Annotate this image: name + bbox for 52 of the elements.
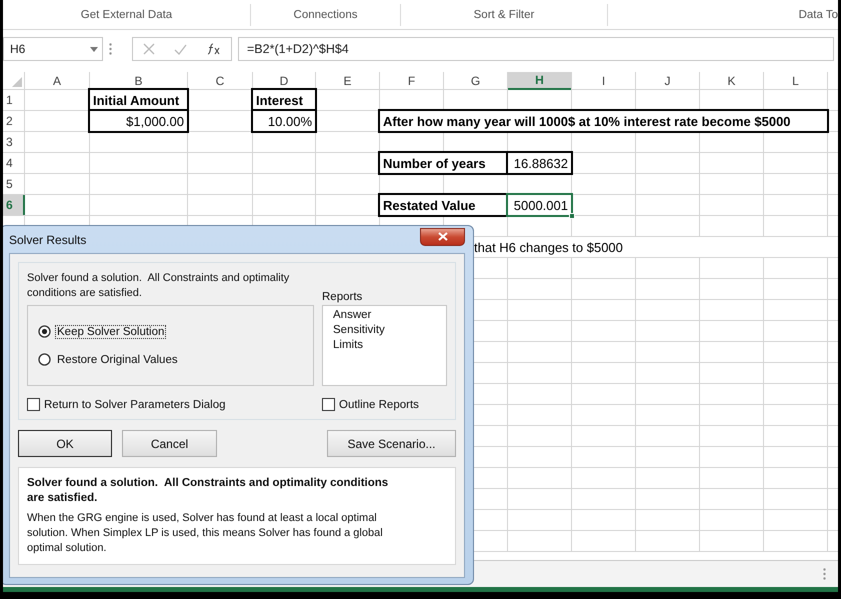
row-header[interactable]: 3 — [3, 132, 24, 152]
grip-icon — [109, 43, 112, 55]
dialog-button[interactable]: OK — [18, 430, 112, 457]
radio-button[interactable] — [38, 325, 51, 338]
fill-handle[interactable] — [569, 213, 575, 219]
radio-label[interactable]: Restore Original Values — [55, 352, 180, 366]
info-text: When the GRG engine is used, Solver has found at least a local optimal solution. When Simplex LP is used, this means Solver has found a global optimal solution. — [27, 511, 384, 556]
close-button[interactable] — [420, 228, 465, 246]
radio-label[interactable]: Keep Solver Solution — [55, 324, 166, 338]
function-icon[interactable] — [207, 43, 222, 55]
checkbox-label[interactable]: Return to Solver Parameters Dialog — [44, 398, 226, 410]
dialog-button[interactable]: Save Scenario... — [327, 430, 456, 457]
column-header[interactable]: H — [508, 72, 571, 90]
ribbon-group-label: Data To — [798, 9, 838, 21]
reports-label: Reports — [322, 291, 364, 303]
result-message: Solver found a solution. All Constraints and optimality conditions are satisfied. — [27, 271, 290, 301]
row-header[interactable]: 1 — [3, 90, 24, 110]
caret-icon — [90, 46, 98, 52]
column-header[interactable]: L — [764, 72, 827, 89]
row-header[interactable]: 2 — [3, 111, 24, 131]
list-item[interactable]: Answer — [333, 308, 436, 323]
name-box[interactable]: H6 — [3, 37, 103, 61]
ribbon-group-label: Sort & Filter — [474, 9, 534, 21]
ribbon-group-label: Get External Data — [80, 9, 172, 21]
checkbox[interactable] — [27, 398, 40, 411]
column-header[interactable]: I — [572, 72, 635, 89]
checkbox[interactable] — [322, 398, 335, 411]
checkbox-label[interactable]: Outline Reports — [339, 398, 419, 410]
formula-field[interactable]: =B2*(1+D2)^$H$4 — [238, 37, 834, 61]
ribbon-group-label: Connections — [294, 9, 358, 21]
column-header[interactable]: J — [636, 72, 699, 89]
dialog-title: Solver Results — [9, 232, 86, 246]
list-item[interactable]: Sensitivity — [333, 323, 436, 338]
column-header[interactable]: D — [253, 72, 315, 89]
close-icon — [438, 232, 448, 241]
check-icon[interactable] — [174, 44, 188, 54]
column-header[interactable]: F — [380, 72, 443, 89]
radio-button[interactable] — [38, 353, 51, 366]
row-header[interactable]: 4 — [3, 153, 24, 173]
column-header[interactable]: G — [444, 72, 507, 89]
column-header[interactable]: B — [90, 72, 187, 89]
list-item[interactable]: Limits — [333, 338, 436, 353]
row-header[interactable]: 5 — [3, 174, 24, 194]
row-header[interactable]: 6 — [3, 195, 25, 215]
column-header[interactable]: E — [316, 72, 379, 89]
dialog-button[interactable]: Cancel — [122, 430, 217, 457]
column-header[interactable]: C — [188, 72, 252, 89]
reports-list[interactable]: Answer Sensitivity Limits — [322, 305, 447, 386]
more-icon[interactable] — [823, 568, 826, 580]
column-header[interactable]: K — [700, 72, 763, 89]
column-header[interactable]: A — [25, 72, 89, 89]
info-heading: Solver found a solution. All Constraints and optimality conditions are satisfied. — [27, 476, 390, 506]
